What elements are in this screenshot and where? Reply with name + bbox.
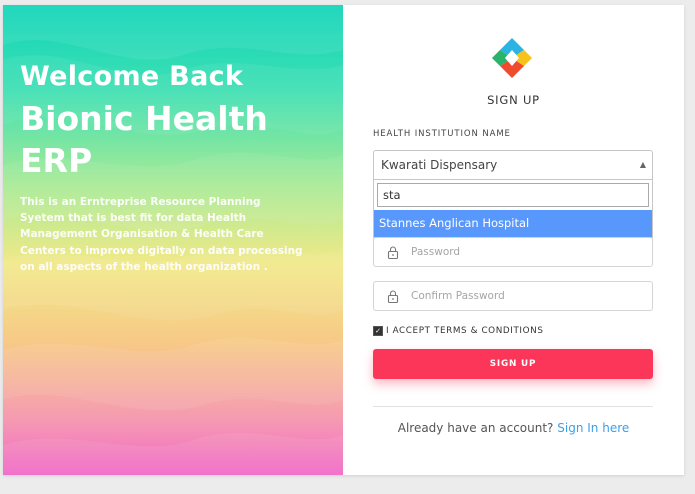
app-name-suffix: ERP — [20, 141, 93, 180]
hero-text: Welcome Back Bionic Health ERP This is a… — [20, 60, 320, 275]
signin-prompt-text: Already have an account? — [397, 421, 554, 435]
lock-icon — [387, 290, 399, 303]
confirm-password-input[interactable] — [411, 282, 641, 310]
confirm-password-field[interactable] — [373, 281, 653, 311]
password-field[interactable] — [373, 237, 653, 267]
signin-prompt: Already have an account? Sign In here — [343, 421, 684, 435]
signup-form: SIGN UP HEALTH INSTITUTION NAME Kwarati … — [343, 5, 684, 475]
password-input[interactable] — [411, 238, 641, 266]
dropdown-option[interactable]: Stannes Anglican Hospital — [374, 210, 652, 237]
institution-select[interactable]: Kwarati Dispensary ▲ — [373, 150, 653, 180]
institution-dropdown: Stannes Anglican Hospital — [373, 180, 653, 238]
hero-description: This is an Erntreprise Resource Planning… — [20, 196, 303, 273]
signin-link[interactable]: Sign In here — [557, 421, 629, 435]
signup-button[interactable]: SIGN UP — [373, 349, 653, 379]
diamond-logo-icon — [492, 38, 532, 78]
form-title: SIGN UP — [487, 93, 540, 107]
institution-label: HEALTH INSTITUTION NAME — [373, 129, 511, 139]
lock-icon — [387, 246, 399, 259]
institution-selected-value: Kwarati Dispensary — [381, 158, 498, 172]
divider — [373, 406, 653, 407]
terms-checkbox[interactable]: ✓ — [373, 326, 383, 336]
app-name: Bionic Health — [20, 99, 268, 138]
signup-card: Welcome Back Bionic Health ERP This is a… — [3, 5, 684, 475]
triangle-up-icon: ▲ — [639, 160, 646, 169]
terms-label: I ACCEPT TERMS & CONDITIONS — [386, 326, 544, 336]
welcome-heading: Welcome Back — [20, 61, 244, 92]
checkmark-icon: ✓ — [375, 327, 381, 335]
hero-panel: Welcome Back Bionic Health ERP This is a… — [3, 5, 343, 475]
institution-search-input[interactable] — [377, 183, 649, 207]
